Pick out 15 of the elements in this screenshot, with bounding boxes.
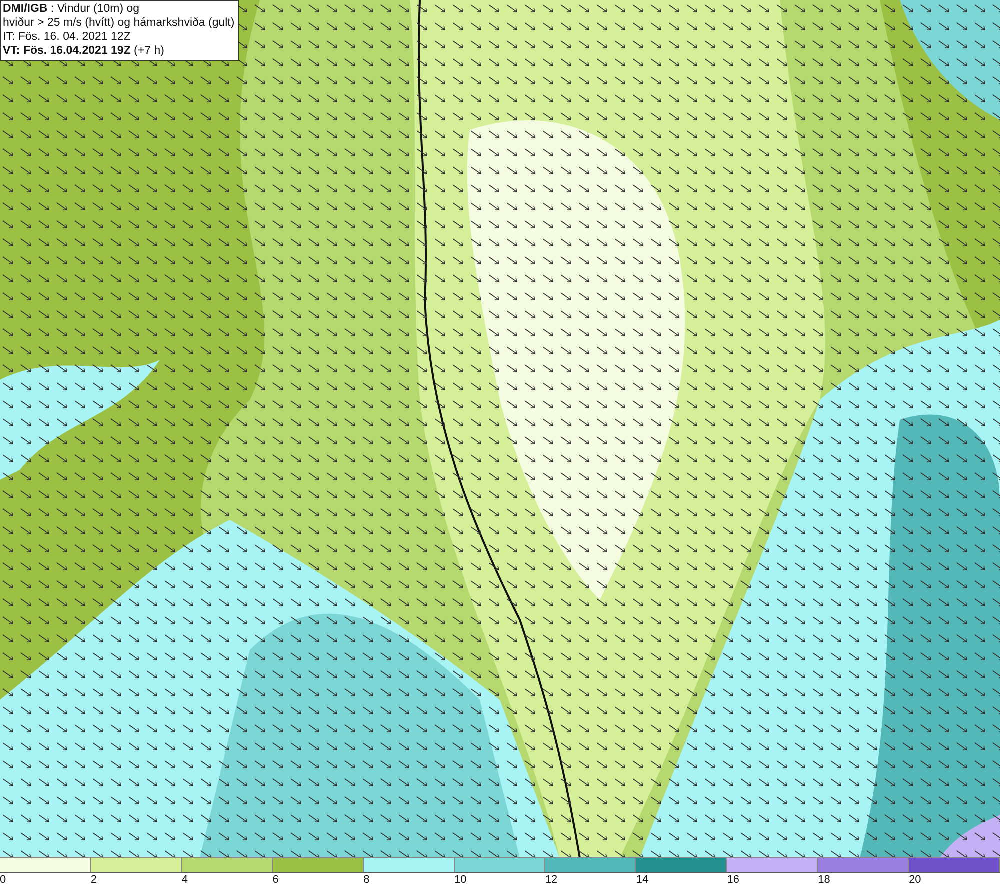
legend-tick-label: 4 <box>182 874 188 886</box>
legend-tick-label: 2 <box>90 874 98 886</box>
title-line: hviður > 25 m/s (hvítt) og hámarkshviða (gult) <box>3 16 235 30</box>
legend-tick-label: 10 <box>454 874 467 886</box>
legend-tick-label: 6 <box>272 874 279 886</box>
legend-tick-label: 16 <box>727 874 740 886</box>
title-line: IT: Fös. 16. 04. 2021 12Z <box>3 30 132 44</box>
title-line: VT: Fös. 16.04.2021 19Z (+7 h) <box>3 44 166 58</box>
legend-tick-label: 0 <box>0 874 6 886</box>
legend-tick-label: 18 <box>818 874 830 886</box>
legend-tick-label: 20 <box>909 874 922 886</box>
title-line: DMI/IGB : Vindur (10m) og <box>3 2 141 16</box>
legend-tick-label: 14 <box>636 874 649 886</box>
legend-tick-label: 12 <box>545 874 558 886</box>
legend-tick-label: 8 <box>364 874 370 886</box>
